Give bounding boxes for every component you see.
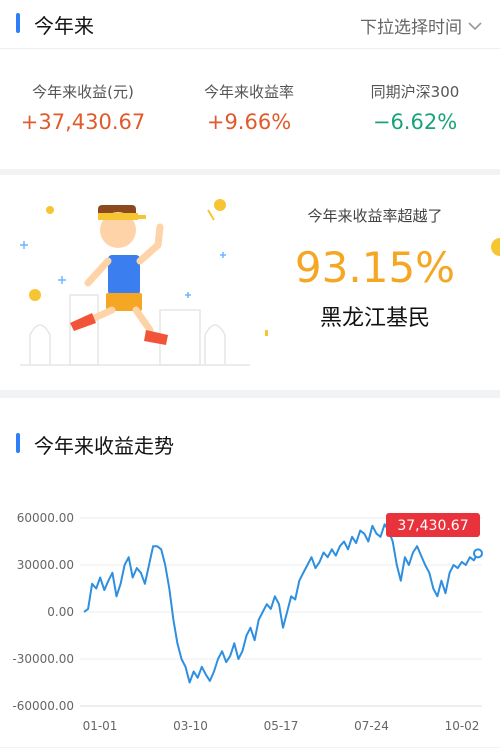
stats-panel: 今年来收益(元) +37,430.67 今年来收益率 +9.66% 同期沪深30…	[0, 49, 500, 169]
y-tick-label: -30000.00	[12, 652, 74, 666]
y-tick-label: 0.00	[47, 605, 74, 619]
current-point-marker	[473, 548, 483, 559]
trend-accent-bar	[16, 433, 20, 453]
y-tick-label: -60000.00	[12, 699, 74, 713]
coin-icon	[491, 238, 500, 256]
x-tick-label: 03-10	[173, 719, 208, 733]
y-tick-label: 30000.00	[17, 558, 74, 572]
stat-ytd-profit: 今年来收益(元) +37,430.67	[0, 81, 166, 134]
stat-label: 今年来收益率	[203, 83, 294, 101]
trend-title: 今年来收益走势	[34, 434, 174, 458]
rank-caption: 今年来收益率超越了	[307, 207, 443, 225]
trend-chart[interactable]: 60000.00 30000.00 0.00 -30000.00 -60000.00 01…	[0, 498, 500, 748]
stat-value: −6.62%	[372, 110, 458, 134]
chevron-down-icon	[468, 21, 482, 30]
y-tick-label: 60000.00	[17, 511, 74, 525]
stat-csi300: 同期沪深300 −6.62%	[332, 81, 498, 134]
rank-percent: 93.15%	[294, 243, 456, 292]
x-tick-label: 05-17	[264, 719, 299, 733]
rank-panel: 今年来收益率超越了 93.15% 黑龙江基民	[0, 175, 500, 390]
stat-label: 同期沪深300	[370, 83, 460, 101]
stat-value: +37,430.67	[20, 110, 146, 134]
title-accent-bar	[16, 13, 20, 33]
page-title: 今年来	[34, 14, 94, 38]
runner-illustration	[20, 199, 268, 366]
x-tick-label: 01-01	[83, 719, 118, 733]
time-range-select-label: 下拉选择时间	[360, 18, 462, 38]
stat-ytd-return: 今年来收益率 +9.66%	[166, 81, 332, 134]
stat-label: 今年来收益(元)	[32, 83, 134, 101]
header-bar: 今年来 下拉选择时间	[0, 0, 500, 49]
stat-value: +9.66%	[206, 110, 292, 134]
trend-panel: 今年来收益走势 60000.00 30000.00 0.00 -30000.00 -60…	[0, 398, 500, 747]
x-tick-label: 10-02	[445, 719, 480, 733]
current-value-label: 37,430.67	[397, 518, 468, 534]
rank-region: 黑龙江基民	[319, 306, 430, 331]
time-range-select[interactable]: 下拉选择时间	[360, 13, 482, 38]
x-tick-label: 07-24	[354, 719, 389, 733]
